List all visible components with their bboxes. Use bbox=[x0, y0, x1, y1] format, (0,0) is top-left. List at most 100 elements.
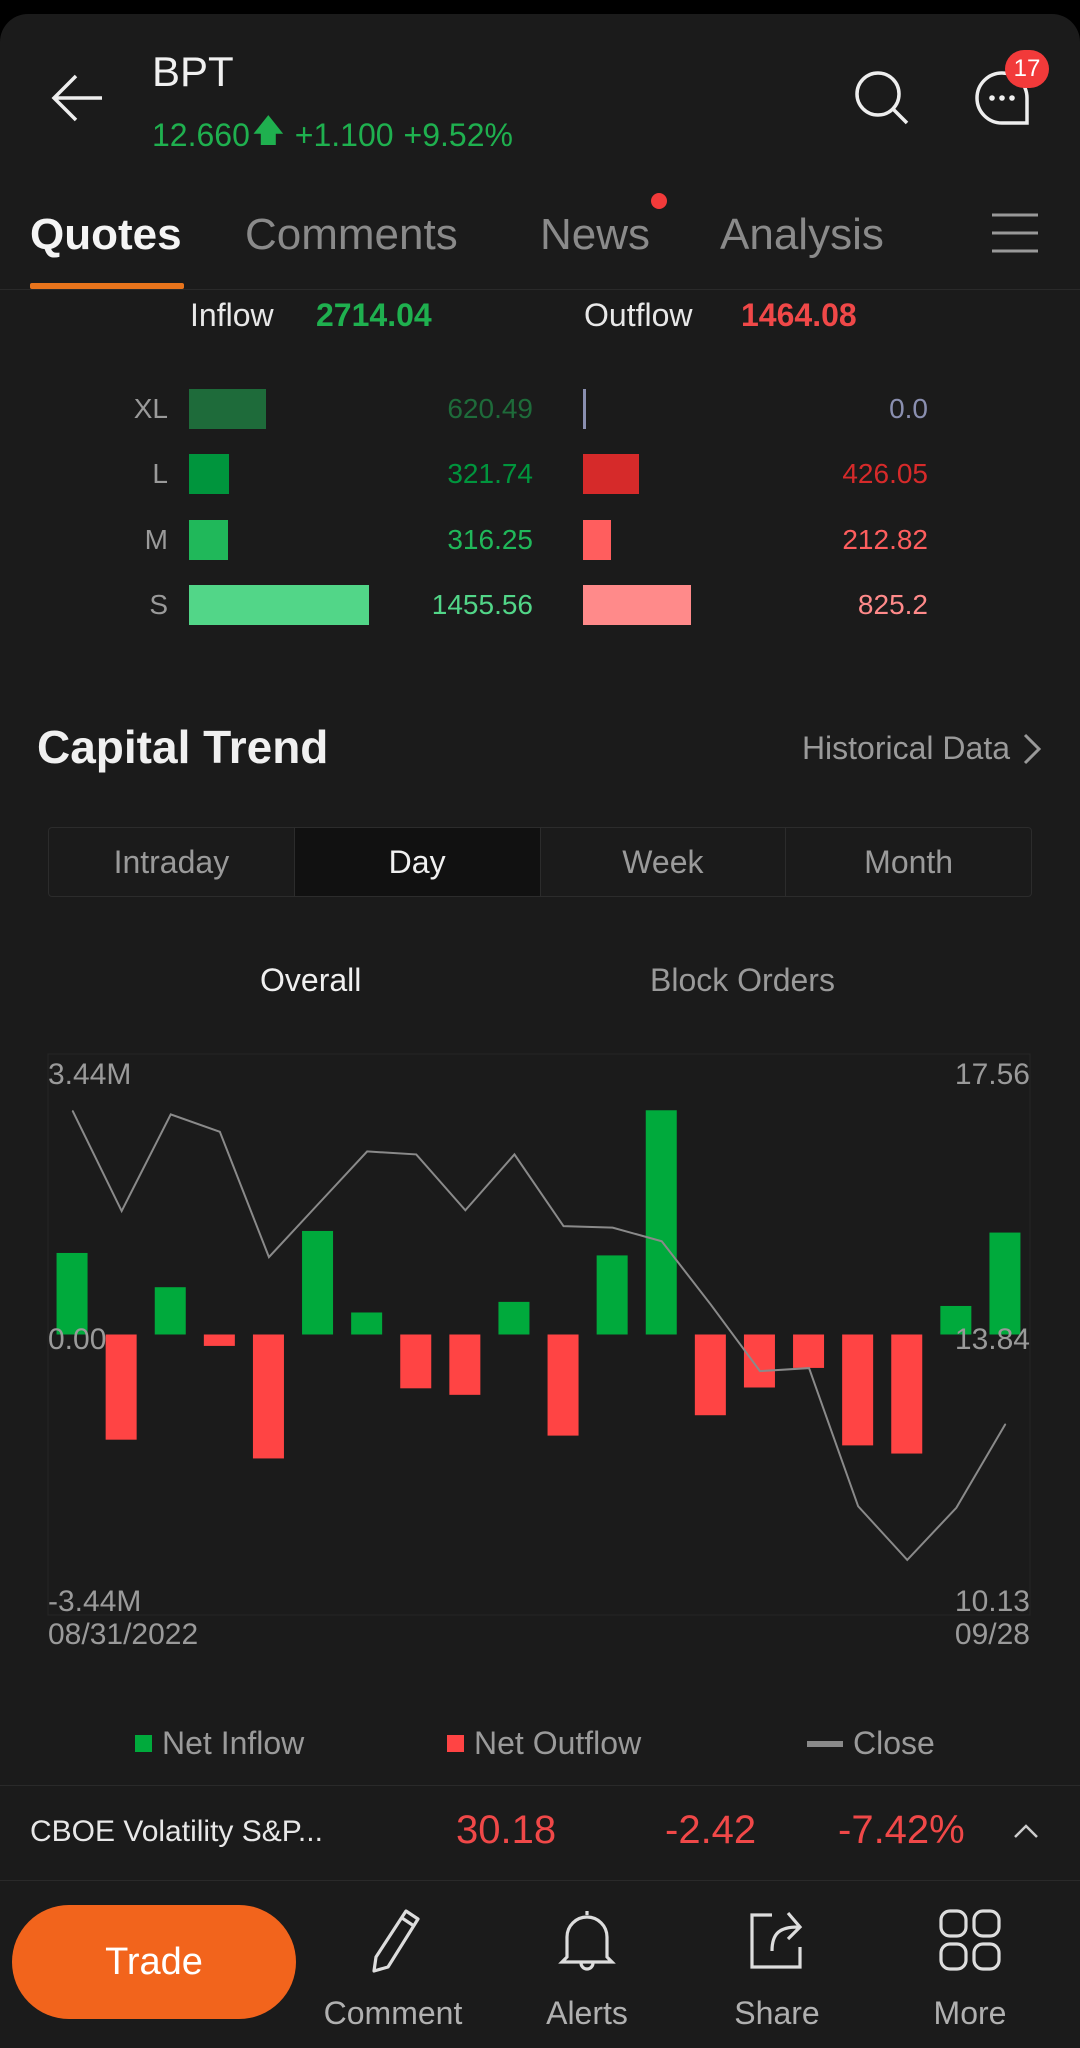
inflow-bar bbox=[189, 454, 229, 494]
outflow-bar bbox=[583, 520, 611, 560]
outflow-total: 1464.08 bbox=[741, 297, 857, 333]
close-point bbox=[464, 1209, 466, 1211]
period-month[interactable]: Month bbox=[786, 828, 1031, 896]
close-point bbox=[72, 1110, 74, 1112]
net-outflow-bar bbox=[793, 1334, 825, 1368]
left-axis-min: -3.44M bbox=[48, 1585, 142, 1618]
left-axis-zero: 0.00 bbox=[48, 1323, 107, 1356]
price-line: 12.660 🡅 +1.100 +9.52% bbox=[152, 108, 513, 162]
net-outflow-bar bbox=[743, 1334, 775, 1388]
close-point bbox=[661, 1240, 663, 1242]
nav-comment[interactable]: Comment bbox=[308, 1905, 478, 2032]
close-point bbox=[808, 1367, 810, 1369]
inflow-total: 2714.04 bbox=[316, 297, 432, 333]
size-label: L bbox=[152, 458, 168, 489]
outflow-bar bbox=[583, 585, 692, 625]
net-outflow-bar bbox=[842, 1334, 874, 1446]
divider bbox=[0, 289, 1080, 290]
inflow-value: 321.74 bbox=[447, 458, 533, 489]
legend-close: Close bbox=[807, 1725, 935, 1762]
legend-label: Net Inflow bbox=[162, 1725, 305, 1761]
close-point bbox=[1004, 1423, 1006, 1425]
legend-net-outflow: Net Outflow bbox=[447, 1725, 641, 1762]
close-point bbox=[710, 1304, 712, 1306]
inflow-value: 620.49 bbox=[447, 393, 533, 424]
close-point bbox=[857, 1505, 859, 1507]
right-axis-max: 17.56 bbox=[954, 1058, 1030, 1091]
net-inflow-bar bbox=[154, 1287, 186, 1335]
chevron-right-icon[interactable] bbox=[1022, 732, 1042, 766]
period-intraday[interactable]: Intraday bbox=[49, 828, 295, 896]
close-point bbox=[612, 1227, 614, 1229]
index-change: -2.42 bbox=[665, 1808, 757, 1852]
legend-label: Close bbox=[853, 1725, 935, 1761]
net-outflow-bar bbox=[547, 1334, 579, 1436]
close-point bbox=[170, 1113, 172, 1115]
close-point bbox=[513, 1153, 515, 1155]
nav-label: Share bbox=[734, 1995, 820, 2031]
share-icon bbox=[750, 1911, 803, 1969]
tab-analysis[interactable]: Analysis bbox=[720, 210, 884, 260]
menu-icon[interactable] bbox=[990, 212, 1040, 254]
chevron-up-icon[interactable] bbox=[1012, 1822, 1040, 1840]
pencil-icon bbox=[372, 1909, 420, 1973]
outflow-value: 825.2 bbox=[857, 589, 928, 620]
net-inflow-bar bbox=[596, 1255, 628, 1335]
outflow-bar bbox=[583, 454, 639, 494]
historical-data-link[interactable]: Historical Data bbox=[802, 730, 1010, 767]
inflow-bar bbox=[189, 389, 266, 429]
close-point bbox=[415, 1153, 417, 1155]
inflow-value: 316.25 bbox=[447, 524, 533, 555]
grid-icon bbox=[939, 1909, 1001, 1971]
inflow-value: 1455.56 bbox=[431, 589, 533, 620]
net-outflow-bar bbox=[203, 1334, 235, 1346]
net-outflow-bar bbox=[449, 1334, 481, 1395]
x-axis-start: 08/31/2022 bbox=[48, 1618, 199, 1651]
notification-badge: 17 bbox=[1005, 50, 1049, 88]
net-outflow-bar bbox=[400, 1334, 432, 1389]
close-point bbox=[121, 1210, 123, 1212]
close-point bbox=[366, 1150, 368, 1152]
legend-label: Net Outflow bbox=[474, 1725, 642, 1761]
inflow-label: Inflow bbox=[190, 297, 274, 333]
index-name[interactable]: CBOE Volatility S&P... bbox=[30, 1815, 323, 1849]
close-point bbox=[759, 1370, 761, 1372]
nav-label: Alerts bbox=[546, 1995, 628, 2031]
period-week[interactable]: Week bbox=[541, 828, 787, 896]
legend-net-inflow: Net Inflow bbox=[135, 1725, 304, 1762]
tab-news[interactable]: News bbox=[540, 210, 650, 260]
tab-quotes[interactable]: Quotes bbox=[30, 210, 182, 260]
plot-frame bbox=[47, 1053, 1031, 1616]
net-inflow-bar bbox=[302, 1230, 334, 1335]
search-icon[interactable] bbox=[852, 68, 912, 128]
nav-alerts[interactable]: Alerts bbox=[502, 1905, 672, 2032]
period-selector: Intraday Day Week Month bbox=[48, 827, 1032, 897]
index-change-pct: -7.42% bbox=[838, 1808, 965, 1852]
inflow-bar bbox=[189, 520, 229, 560]
net-inflow-bar bbox=[351, 1312, 383, 1335]
close-point bbox=[219, 1131, 221, 1133]
outflow-label: Outflow bbox=[584, 297, 693, 333]
tab-comments[interactable]: Comments bbox=[245, 210, 458, 260]
trade-button[interactable]: Trade bbox=[12, 1905, 296, 2019]
nav-share[interactable]: Share bbox=[692, 1905, 862, 2032]
net-inflow-bar bbox=[989, 1232, 1021, 1335]
right-axis-min: 10.13 bbox=[954, 1585, 1030, 1618]
price: 12.660 bbox=[152, 116, 250, 153]
subtab-block-orders[interactable]: Block Orders bbox=[650, 962, 835, 999]
net-outflow-bar bbox=[694, 1334, 726, 1416]
nav-more[interactable]: More bbox=[885, 1905, 1055, 2032]
divider bbox=[0, 1880, 1080, 1881]
ticker-title: BPT bbox=[152, 48, 234, 95]
nav-label: Comment bbox=[323, 1995, 463, 2031]
period-day[interactable]: Day bbox=[294, 828, 541, 896]
subtab-overall[interactable]: Overall bbox=[260, 962, 361, 999]
size-label: XL bbox=[133, 393, 168, 424]
close-point bbox=[268, 1256, 270, 1258]
back-arrow-icon[interactable] bbox=[50, 72, 106, 124]
divider bbox=[0, 1785, 1080, 1786]
bell-icon bbox=[558, 1911, 616, 1971]
x-axis-end: 09/28 bbox=[954, 1618, 1030, 1651]
outflow-bar bbox=[583, 389, 586, 429]
news-dot bbox=[651, 193, 667, 209]
